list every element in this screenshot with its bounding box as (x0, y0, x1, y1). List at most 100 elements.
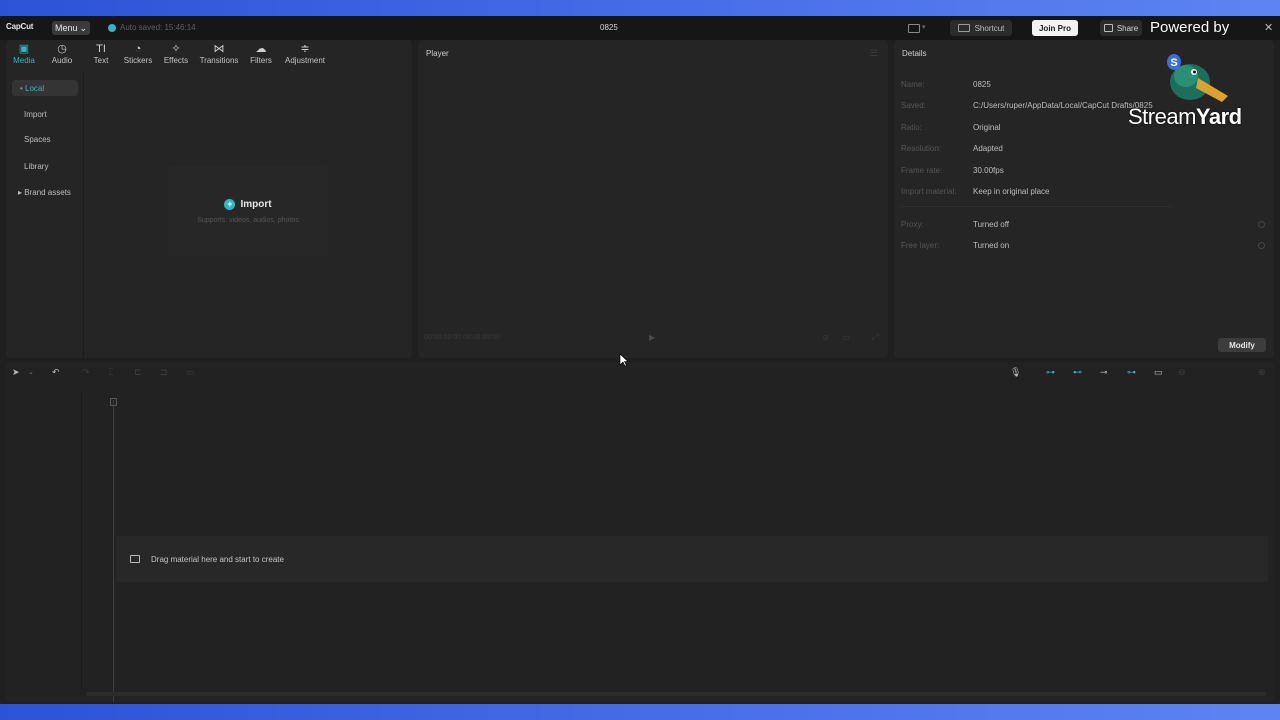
detail-value: 0825 (973, 80, 991, 89)
detail-value: Turned off (973, 220, 1010, 229)
sparkle-icon: ✧ (171, 43, 181, 55)
detail-value: Adapted (973, 144, 1003, 153)
detail-label: Saved: (901, 101, 926, 110)
tab-filters[interactable]: ☁ Filters (248, 42, 274, 65)
import-button[interactable]: + Import (224, 198, 272, 210)
tab-media[interactable]: ▣ Media (12, 42, 36, 65)
preview-axis-icon[interactable]: ⊶ (1127, 367, 1136, 378)
shortcut-label: Shortcut (974, 23, 1005, 33)
detail-label: Free layer: (901, 241, 940, 250)
capcut-window: CapCut Menu ⌄ Auto saved: 15:46:14 0825 … (0, 16, 1280, 704)
sidebar-item-brand-assets[interactable]: ▸ Brand assets (12, 184, 78, 200)
sidebar-item-spaces[interactable]: Spaces (12, 131, 78, 147)
detail-label: Resolution: (901, 144, 942, 153)
undo-icon[interactable]: ↶ (52, 367, 60, 378)
share-label: Share (1116, 23, 1139, 33)
player-timecode: 00:00:00:00 00:00:00:00 (424, 334, 500, 341)
tab-label: Media (13, 56, 35, 65)
import-label: Import (240, 198, 272, 210)
autosave-status: Auto saved: 15:46:14 (108, 23, 196, 32)
audio-icon: ◷ (57, 43, 67, 55)
detail-label: Proxy: (901, 220, 924, 229)
import-dropzone[interactable]: + Import Supports: videos, audios, photo… (168, 166, 328, 256)
title-bar: CapCut Menu ⌄ Auto saved: 15:46:14 0825 … (0, 16, 1280, 40)
select-cursor-icon[interactable]: ➤ (12, 367, 20, 378)
tab-text[interactable]: TI Text (90, 42, 112, 65)
menu-button[interactable]: Menu ⌄ (52, 21, 90, 35)
transition-icon: ⋈ (213, 43, 225, 55)
project-title: 0825 (600, 23, 618, 32)
info-icon[interactable] (1258, 242, 1265, 249)
media-icon: ▣ (18, 43, 30, 55)
detail-row-import-material: Import material: Keep in original place (901, 187, 1050, 196)
tab-label: Stickers (123, 56, 153, 65)
mouse-cursor-icon (619, 353, 629, 367)
plus-icon: + (224, 198, 236, 210)
zoom-icon[interactable]: ⊙ (822, 333, 829, 342)
ratio-icon[interactable]: ▭ (842, 333, 850, 342)
detail-value: C:/Users/ruper/AppData/Local/CapCut Draf… (973, 101, 1153, 110)
svg-text:S: S (1170, 57, 1177, 69)
menu-label: Menu (54, 23, 78, 33)
detail-label: Frame rate: (901, 166, 943, 175)
sidebar-item-local[interactable]: • Local (12, 80, 78, 96)
main-track-dropzone[interactable]: Drag material here and start to create (116, 536, 1268, 582)
tab-effects[interactable]: ✧ Effects (162, 42, 190, 65)
info-icon[interactable] (1258, 221, 1265, 228)
close-icon[interactable]: ✕ (1264, 21, 1273, 34)
playhead[interactable] (113, 400, 114, 702)
detail-row-resolution: Resolution: Adapted (901, 144, 1003, 153)
detail-value: Keep in original place (973, 187, 1050, 196)
brand-light: Stream (1128, 104, 1196, 129)
tab-transitions[interactable]: ⋈ Transitions (198, 42, 240, 65)
detail-row-proxy: Proxy: Turned off (901, 220, 1009, 229)
tab-adjustment[interactable]: ≑ Adjustment (282, 42, 328, 65)
delete-right-icon[interactable]: ⊐ (160, 367, 168, 378)
cloud-sync-icon (108, 23, 116, 32)
horizontal-scrollbar[interactable] (86, 692, 1266, 696)
tab-stickers[interactable]: ◔ Stickers (122, 42, 154, 65)
media-sidebar: • Local Import Spaces Library ▸ Brand as… (6, 72, 84, 358)
detail-row-frame-rate: Frame rate: 30.00fps (901, 166, 1004, 175)
detail-label: Import material: (901, 187, 957, 196)
caption-icon[interactable]: ▭ (1154, 367, 1163, 378)
join-pro-button[interactable]: Join Pro (1032, 20, 1078, 36)
timeline-toolbar: ➤ ⌄ ↶ ↷ ⌶ ⊏ ⊐ ▭ 🎙︎ ⊶ ⊷ ⊸ ⊶ ▭ ⊖ ⊕ (6, 362, 1274, 384)
menu-icon[interactable]: ☰ (870, 48, 878, 59)
fullscreen-icon[interactable]: ⤢ (872, 333, 878, 343)
chevron-down-icon[interactable]: ⌄ (28, 368, 34, 376)
join-pro-label: Join Pro (1038, 23, 1071, 33)
zoom-in-icon[interactable]: ⊕ (1258, 367, 1266, 378)
shortcut-button[interactable]: Shortcut (950, 20, 1012, 36)
delete-icon[interactable]: ▭ (186, 367, 195, 378)
split-icon[interactable]: ⌶ (108, 367, 113, 378)
streamyard-wordmark: StreamYard (1128, 104, 1242, 130)
play-icon[interactable]: ▶ (649, 333, 655, 342)
zoom-out-icon[interactable]: ⊖ (1178, 367, 1186, 378)
tab-label: Audio (51, 56, 73, 65)
detail-row-saved: Saved: C:/Users/ruper/AppData/Local/CapC… (901, 101, 1153, 110)
delete-left-icon[interactable]: ⊏ (134, 367, 142, 378)
brand-bold: Yard (1195, 104, 1242, 129)
track-header-column (6, 390, 82, 690)
tab-audio[interactable]: ◷ Audio (50, 42, 74, 65)
chevron-down-icon[interactable]: ▾ (922, 23, 926, 31)
magnet-icon[interactable]: ⊶ (1046, 367, 1055, 378)
chevron-down-icon: ⌄ (79, 22, 88, 33)
share-button[interactable]: Share (1100, 20, 1142, 36)
player-title: Player (426, 49, 449, 58)
microphone-icon[interactable]: 🎙︎ (1010, 367, 1021, 378)
divider (901, 206, 1171, 207)
media-toolbar: ▣ Media ◷ Audio TI Text ◔ Stickers ✧ Eff… (6, 40, 412, 72)
redo-icon[interactable]: ↷ (82, 367, 90, 378)
import-hint: Supports: videos, audios, photos (197, 216, 299, 224)
sidebar-item-library[interactable]: Library (12, 158, 78, 174)
detail-value: Turned on (973, 241, 1010, 250)
layout-icon[interactable] (908, 24, 920, 33)
sidebar-item-import[interactable]: Import (12, 106, 78, 122)
film-icon (130, 555, 140, 563)
auto-snap-icon[interactable]: ⊷ (1073, 367, 1082, 378)
link-icon[interactable]: ⊸ (1100, 367, 1108, 378)
modify-button[interactable]: Modify (1218, 338, 1266, 352)
detail-row-free-layer: Free layer: Turned on (901, 241, 1009, 250)
